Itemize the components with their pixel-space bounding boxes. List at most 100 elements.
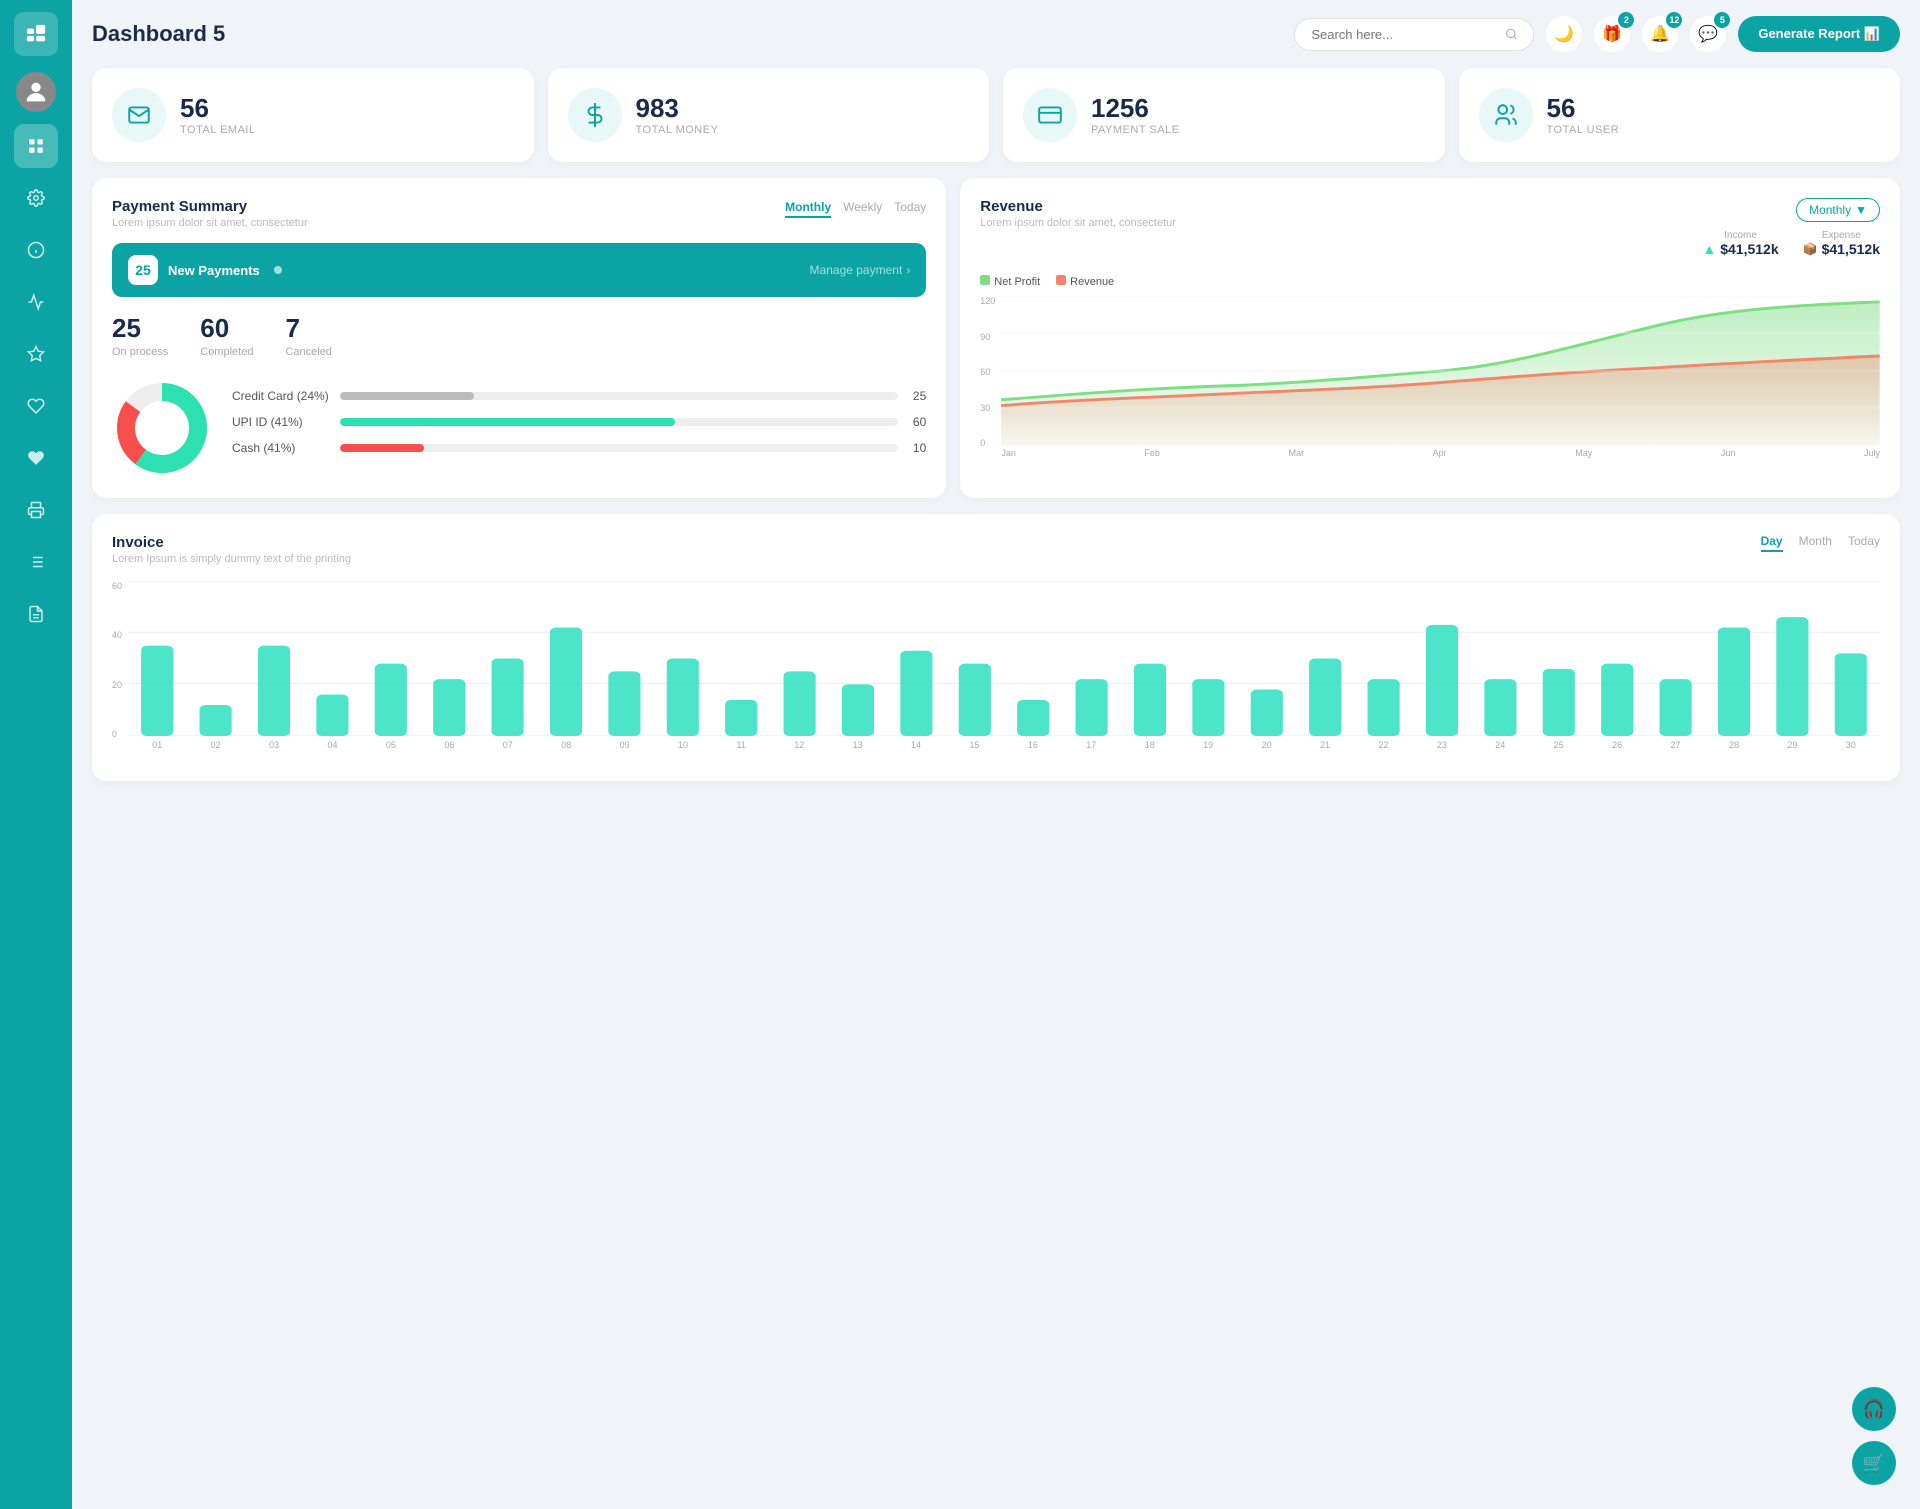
expense-icon: 📦	[1803, 242, 1818, 256]
stat-payment-label: PAYMENT SALE	[1091, 124, 1180, 136]
bar-fill-cash	[340, 444, 424, 452]
canceled-label: Canceled	[285, 346, 331, 358]
invoice-bar	[667, 659, 699, 737]
invoice-x-labels: 0102030405060708091011121314151617181920…	[128, 736, 1880, 750]
invoice-bar	[200, 705, 232, 736]
bar-fill-credit	[340, 392, 474, 400]
canceled-number: 7	[285, 313, 331, 344]
header: Dashboard 5 🌙 🎁 2 🔔 12 💬 5 Generate Repo…	[92, 16, 1900, 52]
chat-button[interactable]: 💬 5	[1690, 16, 1726, 52]
revenue-monthly-dropdown[interactable]: Monthly ▼	[1796, 198, 1880, 222]
bar-track-upi	[340, 418, 898, 426]
revenue-x-labels: Jan Feb Mar Apr May Jun July	[1001, 446, 1880, 458]
sidebar-logo[interactable]	[14, 12, 58, 56]
payment-tab-today[interactable]: Today	[894, 198, 926, 218]
stat-email-number: 56	[180, 94, 256, 123]
revenue-legend: Net Profit Revenue	[980, 275, 1880, 288]
completed-label: Completed	[200, 346, 253, 358]
avatar[interactable]	[16, 72, 56, 112]
sidebar-item-list[interactable]	[14, 540, 58, 584]
user-icon-wrap	[1479, 88, 1533, 142]
invoice-bar	[316, 695, 348, 736]
invoice-bar	[1251, 690, 1283, 737]
theme-toggle[interactable]: 🌙	[1546, 16, 1582, 52]
donut-chart	[112, 378, 212, 478]
sidebar-item-star[interactable]	[14, 332, 58, 376]
invoice-bar	[1426, 625, 1458, 736]
stat-card-user: 56 TOTAL USER	[1459, 68, 1901, 162]
invoice-tab-day[interactable]: Day	[1761, 534, 1783, 552]
new-payments-label: New Payments	[168, 263, 260, 278]
sidebar-item-heart2[interactable]	[14, 436, 58, 480]
sidebar-item-settings[interactable]	[14, 176, 58, 220]
stat-card-money: 983 TOTAL MONEY	[548, 68, 990, 162]
money-icon	[582, 102, 608, 128]
payment-summary-subtitle: Lorem ipsum dolor sit amet, consectetur	[112, 217, 308, 229]
email-icon	[126, 102, 152, 128]
invoice-bar	[141, 646, 173, 736]
invoice-bar	[258, 646, 290, 736]
cart-button[interactable]: 🛒	[1852, 1441, 1896, 1485]
stats-row: 56 TOTAL EMAIL 983 TOTAL MONEY 125	[92, 68, 1900, 162]
chat-badge: 5	[1714, 12, 1730, 28]
new-payments-count: 25	[128, 255, 158, 285]
income-icon: ▲	[1702, 241, 1716, 257]
income-amount: ▲ $41,512k	[1702, 241, 1778, 257]
new-payments-dot	[274, 266, 282, 274]
expense-label: Expense	[1803, 230, 1880, 241]
bell-button[interactable]: 🔔 12	[1642, 16, 1678, 52]
sidebar-item-info[interactable]	[14, 228, 58, 272]
bar-label-cash: Cash (41%)	[232, 441, 332, 455]
on-process-number: 25	[112, 313, 168, 344]
payment-bottom: Credit Card (24%) 25 UPI ID (41%) 60	[112, 378, 926, 478]
invoice-title: Invoice	[112, 534, 351, 551]
email-icon-wrap	[112, 88, 166, 142]
payment-tab-monthly[interactable]: Monthly	[785, 198, 831, 218]
invoice-card: Invoice Lorem Ipsum is simply dummy text…	[92, 514, 1900, 781]
payment-icon-wrap	[1023, 88, 1077, 142]
invoice-bar	[1543, 669, 1575, 736]
income-label: Income	[1702, 230, 1778, 241]
invoice-bar	[433, 679, 465, 736]
user-icon	[1493, 102, 1519, 128]
invoice-bar-chart-svg	[128, 581, 1880, 736]
sidebar-item-heart1[interactable]	[14, 384, 58, 428]
invoice-bar	[1601, 664, 1633, 736]
on-process-label: On process	[112, 346, 168, 358]
sidebar-item-print[interactable]	[14, 488, 58, 532]
invoice-tab-today[interactable]: Today	[1848, 534, 1880, 552]
revenue-chart: 0 30 60 90 120	[980, 296, 1880, 466]
payment-icon	[1037, 102, 1063, 128]
invoice-bar	[784, 671, 816, 736]
invoice-chart: 0 20 40 60 01020304050607080910111213141…	[112, 581, 1880, 761]
bar-value-upi: 60	[906, 415, 926, 429]
sidebar-item-dashboard[interactable]	[14, 124, 58, 168]
invoice-bar	[550, 628, 582, 737]
revenue-title: Revenue	[980, 198, 1176, 215]
completed-number: 60	[200, 313, 253, 344]
bar-fill-upi	[340, 418, 675, 426]
payment-bars: Credit Card (24%) 25 UPI ID (41%) 60	[232, 389, 926, 467]
gift-button[interactable]: 🎁 2	[1594, 16, 1630, 52]
bar-value-cash: 10	[906, 441, 926, 455]
search-bar	[1294, 18, 1534, 51]
sidebar-item-doc[interactable]	[14, 592, 58, 636]
manage-payment-link[interactable]: Manage payment ›	[810, 263, 911, 277]
sidebar-item-analytics[interactable]	[14, 280, 58, 324]
bar-row-credit: Credit Card (24%) 25	[232, 389, 926, 403]
payment-tab-weekly[interactable]: Weekly	[843, 198, 882, 218]
invoice-subtitle: Lorem Ipsum is simply dummy text of the …	[112, 553, 351, 565]
invoice-bar	[959, 664, 991, 736]
invoice-bar	[608, 671, 640, 736]
search-input[interactable]	[1311, 27, 1496, 42]
invoice-bar	[1835, 653, 1867, 736]
stat-money-number: 983	[636, 94, 719, 123]
revenue-subtitle: Lorem ipsum dolor sit amet, consectetur	[980, 217, 1176, 229]
invoice-bar	[1368, 679, 1400, 736]
invoice-bar	[492, 659, 524, 737]
support-button[interactable]: 🎧	[1852, 1387, 1896, 1431]
invoice-tab-month[interactable]: Month	[1799, 534, 1832, 552]
generate-report-button[interactable]: Generate Report 📊	[1738, 16, 1900, 52]
invoice-bar	[1017, 700, 1049, 736]
payment-summary-card: Payment Summary Lorem ipsum dolor sit am…	[92, 178, 946, 498]
